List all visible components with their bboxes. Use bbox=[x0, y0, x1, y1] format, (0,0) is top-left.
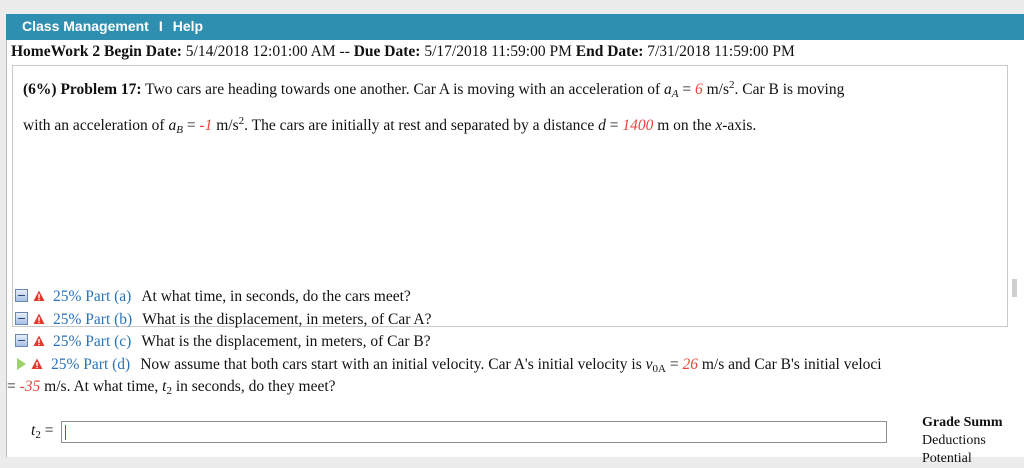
problem-sentence-5: m on the bbox=[657, 117, 712, 134]
velocity-a-symbol: v bbox=[645, 355, 653, 373]
end-date-label: End Date: bbox=[575, 43, 644, 60]
accel-a-sub: A bbox=[671, 88, 679, 100]
date-dash: -- bbox=[339, 43, 350, 60]
collapse-icon[interactable] bbox=[15, 311, 28, 325]
equals-sign: = bbox=[7, 378, 16, 395]
part-a-label[interactable]: 25% Part (a) bbox=[53, 288, 131, 305]
unit-ms: m/s bbox=[701, 355, 725, 373]
part-d-question: Now assume that both cars start with an … bbox=[140, 355, 642, 373]
answer-row: t2 = bbox=[31, 421, 887, 443]
help-link[interactable]: Help bbox=[173, 18, 203, 34]
equals-sign: = bbox=[186, 117, 196, 134]
answer-sub: 2 bbox=[35, 429, 41, 441]
accel-a-symbol: a bbox=[664, 81, 672, 98]
due-date-value: 5/17/2018 11:59:00 PM bbox=[424, 43, 572, 60]
part-d-line2-text: m/s. At what time, bbox=[44, 378, 159, 395]
time-sub: 2 bbox=[166, 385, 172, 397]
begin-date-value: 5/14/2018 12:01:00 AM bbox=[185, 43, 336, 60]
velocity-b-value: -35 bbox=[19, 378, 41, 395]
part-d-label[interactable]: 25% Part (d) bbox=[51, 356, 130, 373]
due-date-label: Due Date: bbox=[353, 43, 421, 60]
accel-b-sub: B bbox=[176, 124, 183, 136]
warning-icon bbox=[33, 290, 45, 302]
collapse-icon[interactable] bbox=[15, 289, 28, 302]
nav-links: Class Management I Help bbox=[22, 18, 203, 34]
equals-sign: = bbox=[682, 81, 692, 98]
end-date-value: 7/31/2018 11:59:00 PM bbox=[647, 43, 795, 60]
problem-sentence-1: Two cars are heading towards one another… bbox=[145, 81, 661, 98]
problem-text: (6%) Problem 17: Two cars are heading to… bbox=[23, 72, 1003, 144]
unit-ms2: m/s bbox=[216, 117, 239, 134]
distance-symbol: d bbox=[598, 117, 606, 134]
unit-ms2: m/s bbox=[706, 81, 730, 98]
problem-sentence-2: . Car B is moving bbox=[734, 81, 845, 98]
problem-label: Problem 17: bbox=[60, 81, 142, 98]
part-c-question: What is the displacement, in meters, of … bbox=[141, 333, 431, 350]
part-d-row[interactable]: 25% Part (d) Now assume that both cars st… bbox=[15, 356, 1023, 379]
class-management-link[interactable]: Class Management bbox=[22, 18, 149, 34]
homework-name: HomeWork 2 bbox=[11, 43, 101, 60]
part-a-row[interactable]: 25% Part (a) At what time, in seconds, do… bbox=[15, 288, 1023, 311]
grade-deductions: Deductions bbox=[922, 433, 986, 448]
part-d-line2-tail: in seconds, do they meet? bbox=[175, 378, 336, 395]
warning-icon bbox=[33, 313, 45, 325]
homework-header: HomeWork 2 Begin Date: 5/14/2018 12:01:0… bbox=[11, 43, 795, 61]
collapse-icon[interactable] bbox=[15, 334, 28, 347]
top-nav-bar: Class Management I Help bbox=[6, 14, 1024, 41]
velocity-a-sub: 0A bbox=[652, 362, 666, 375]
part-a-question: At what time, in seconds, do the cars me… bbox=[141, 288, 411, 305]
equals-sign: = bbox=[669, 355, 679, 373]
distance-value: 1400 bbox=[622, 117, 654, 134]
nav-separator: I bbox=[158, 18, 163, 34]
problem-sentence-6: -axis. bbox=[722, 117, 757, 134]
problem-sentence-3: with an acceleration of bbox=[23, 117, 165, 134]
accel-a-value: 6 bbox=[695, 81, 703, 98]
part-b-question: What is the displacement, in meters, of … bbox=[142, 310, 432, 328]
answer-equals: = bbox=[44, 422, 54, 439]
answer-input[interactable] bbox=[61, 421, 887, 443]
begin-date-label: Begin Date: bbox=[104, 43, 182, 60]
part-d-question-tail: and Car B's initial veloci bbox=[728, 355, 882, 373]
grade-potential: Potential bbox=[922, 451, 972, 466]
parts-list: 25% Part (a) At what time, in seconds, do… bbox=[7, 288, 1023, 401]
warning-icon bbox=[31, 358, 43, 370]
homework-card: HomeWork 2 Begin Date: 5/14/2018 12:01:0… bbox=[6, 40, 1024, 466]
expand-arrow-icon[interactable] bbox=[17, 357, 26, 370]
grade-summary-title: Grade Summ bbox=[922, 415, 1003, 430]
part-b-row[interactable]: 25% Part (b) What is the displacement, in… bbox=[15, 311, 1023, 334]
part-b-label[interactable]: 25% Part (b) bbox=[53, 311, 132, 328]
accel-b-value: -1 bbox=[199, 117, 213, 134]
part-c-label[interactable]: 25% Part (c) bbox=[53, 333, 131, 350]
part-c-row[interactable]: 25% Part (c) What is the displacement, in… bbox=[15, 333, 1023, 356]
problem-sentence-4: . The cars are initially at rest and sep… bbox=[244, 117, 595, 134]
text-cursor bbox=[65, 425, 66, 440]
velocity-a-value: 26 bbox=[682, 355, 699, 373]
grade-summary: Grade Summ Deductions Potential bbox=[922, 414, 1003, 468]
problem-weight: (6%) bbox=[23, 81, 57, 98]
warning-icon bbox=[33, 335, 45, 347]
answer-label: t2 = bbox=[31, 422, 63, 441]
part-d-line2: = -35 m/s. At what time, t2 in seconds, … bbox=[7, 378, 1015, 401]
equals-sign: = bbox=[609, 117, 619, 134]
